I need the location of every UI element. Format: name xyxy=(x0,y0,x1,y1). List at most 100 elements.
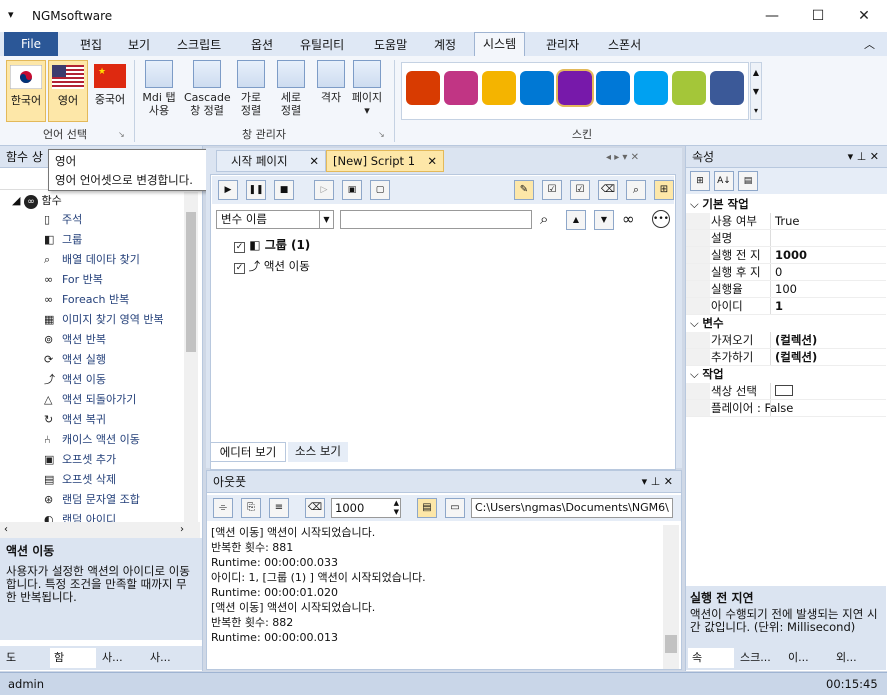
menu-7[interactable]: 시스템 xyxy=(474,32,526,56)
menu-8[interactable]: 관리자 xyxy=(542,36,583,54)
right-tab-0[interactable]: 속 xyxy=(688,648,734,668)
prop-row[interactable]: 플레이어 : False xyxy=(686,400,886,417)
function-item[interactable]: ◧ 그룹 xyxy=(44,230,184,250)
prop-section[interactable]: ⌵ 기본 작업 xyxy=(686,196,886,213)
move-down-icon[interactable]: ▼ xyxy=(594,210,614,230)
prop-row[interactable]: 실행 후 지0 xyxy=(686,264,886,281)
minimize-button[interactable]: — xyxy=(749,0,795,32)
prop-row[interactable]: 실행율 100 xyxy=(686,281,886,298)
checkbox[interactable]: ✓ xyxy=(234,263,245,274)
photos-icon[interactable] xyxy=(482,71,516,105)
close-icon[interactable]: ✕ xyxy=(427,151,437,171)
search-input[interactable] xyxy=(340,210,532,229)
folder-icon[interactable]: ▭ xyxy=(445,498,465,518)
check-icon[interactable]: ☑ xyxy=(542,180,562,200)
categorized-icon[interactable]: ⊞ xyxy=(690,171,710,191)
tab-script-1[interactable]: [New] Script 1 ✕ xyxy=(326,150,444,172)
move-up-icon[interactable]: ▲ xyxy=(566,210,586,230)
window-layout-button-3[interactable]: 세로 정렬 xyxy=(272,60,310,117)
checkbox[interactable]: ✓ xyxy=(234,242,245,253)
vertical-scrollbar[interactable] xyxy=(663,525,679,669)
left-tab-1[interactable]: 함 xyxy=(50,648,96,668)
prop-row[interactable]: 설명 xyxy=(686,230,886,247)
gallery-scroll[interactable]: ▲ ▼ ▾ xyxy=(750,62,762,120)
new-file-icon[interactable]: ⎘ xyxy=(241,498,261,518)
tab-source-view[interactable]: 소스 보기 xyxy=(288,442,348,462)
prop-row[interactable]: 추가하기 (컬렉션) xyxy=(686,349,886,366)
function-item[interactable]: ⌕ 배열 데이타 찾기 xyxy=(44,250,184,270)
function-item[interactable]: ⤴ 액션 이동 xyxy=(44,370,184,390)
play-icon[interactable]: ▶ xyxy=(218,180,238,200)
function-item[interactable]: ▯ 주석 xyxy=(44,210,184,230)
menu-4[interactable]: 유틸리티 xyxy=(296,36,348,54)
prop-section[interactable]: ⌵ 작업 xyxy=(686,366,886,383)
menu-9[interactable]: 스폰서 xyxy=(604,36,645,54)
lang-korean-button[interactable]: 한국어 xyxy=(6,60,46,122)
menu-3[interactable]: 옵션 xyxy=(247,36,277,54)
broom-icon[interactable]: ⌯ xyxy=(213,498,233,518)
function-item[interactable]: △ 액션 되돌아가기 xyxy=(44,390,184,410)
function-item[interactable]: ⑃ 캐이스 액션 이동 xyxy=(44,430,184,450)
dialog-launcher-icon[interactable]: ↘ xyxy=(378,130,385,139)
search-icon[interactable]: ⌕ xyxy=(540,210,548,228)
function-item[interactable]: ∞ For 반복 xyxy=(44,270,184,290)
function-item[interactable]: ⟳ 액션 실행 xyxy=(44,350,184,370)
function-item[interactable]: ⊚ 액션 반복 xyxy=(44,330,184,350)
eraser-icon[interactable]: ⌫ xyxy=(305,498,325,518)
step-icon[interactable]: ▣ xyxy=(342,180,362,200)
left-tab-3[interactable]: 사... xyxy=(146,648,192,668)
lang-english-button[interactable]: 영어 xyxy=(48,60,88,122)
vertical-scrollbar[interactable] xyxy=(184,192,198,522)
prop-row[interactable]: 가져오기 (컬렉션) xyxy=(686,332,886,349)
save-icon[interactable]: ▤ xyxy=(417,498,437,518)
more-icon[interactable]: ••• xyxy=(652,210,670,228)
prop-section[interactable]: ⌵ 변수 xyxy=(686,315,886,332)
windows-icon[interactable] xyxy=(596,71,630,105)
bing-icon[interactable] xyxy=(520,71,554,105)
horizontal-scrollbar[interactable]: ‹ › xyxy=(0,522,200,538)
window-layout-button-0[interactable]: Mdi 탭 사용 xyxy=(140,60,178,117)
dialog-launcher-icon[interactable]: ↘ xyxy=(118,130,125,139)
menu-0[interactable]: 편집 xyxy=(76,36,106,54)
tree-view-icon[interactable]: ⊞ xyxy=(654,180,674,200)
window-layout-button-2[interactable]: 가로 정렬 xyxy=(232,60,270,117)
check-all-icon[interactable]: ☑ xyxy=(570,180,590,200)
pause-icon[interactable]: ❚❚ xyxy=(246,180,266,200)
prop-row[interactable]: 아이디 1 xyxy=(686,298,886,315)
list-icon[interactable]: ≡ xyxy=(269,498,289,518)
tree-action-item[interactable]: ✓ ⤴ 액션 이동 xyxy=(234,258,310,274)
window-layout-button-5[interactable]: 페이지 ▾ xyxy=(348,60,386,117)
maximize-button[interactable]: ☐ xyxy=(795,0,841,32)
left-tab-0[interactable]: 도 xyxy=(2,648,48,668)
tab-nav-icons[interactable]: ◂ ▸ ▾ ✕ xyxy=(606,152,639,163)
right-tab-2[interactable]: 이... xyxy=(784,648,830,668)
lang-chinese-button[interactable]: ★ 중국어 xyxy=(90,60,130,122)
office-icon[interactable] xyxy=(406,71,440,105)
edit-mode-icon[interactable]: ✎ xyxy=(514,180,534,200)
right-tab-3[interactable]: 외... xyxy=(832,648,878,668)
function-item[interactable]: ∞ Foreach 반복 xyxy=(44,290,184,310)
android-icon[interactable] xyxy=(672,71,706,105)
delete-icon[interactable]: ⌫ xyxy=(598,180,618,200)
function-item[interactable]: ▣ 오프셋 추가 xyxy=(44,450,184,470)
tab-editor-view[interactable]: 에디터 보기 xyxy=(210,442,286,462)
prop-row[interactable]: 색상 선택 xyxy=(686,383,886,400)
system-menu-icon[interactable]: ▾ xyxy=(8,8,14,21)
play-outline-icon[interactable]: ▷ xyxy=(314,180,334,200)
window-layout-button-1[interactable]: Cascade 창 정렬 xyxy=(184,60,231,117)
function-item[interactable]: ⊛ 랜덤 문자열 조합 xyxy=(44,490,184,510)
menu-5[interactable]: 도움말 xyxy=(370,36,411,54)
close-button[interactable]: ✕ xyxy=(841,0,887,32)
window-layout-button-4[interactable]: 격자 xyxy=(312,60,350,104)
left-tab-2[interactable]: 사... xyxy=(98,648,144,668)
color-swatch[interactable] xyxy=(775,385,793,396)
spin-icon[interactable]: ▲ ▼ xyxy=(394,499,399,517)
close-icon[interactable]: ✕ xyxy=(309,151,319,171)
tab-start-page[interactable]: 시작 페이지 ✕ xyxy=(216,150,326,172)
function-item[interactable]: ▦ 이미지 찾기 영역 반복 xyxy=(44,310,184,330)
prop-row[interactable]: 사용 여부 True xyxy=(686,213,886,230)
cortana-icon[interactable] xyxy=(634,71,668,105)
variable-select[interactable]: 변수 이름 ▼ xyxy=(216,210,334,229)
facebook-icon[interactable] xyxy=(710,71,744,105)
property-pages-icon[interactable]: ▤ xyxy=(738,171,758,191)
